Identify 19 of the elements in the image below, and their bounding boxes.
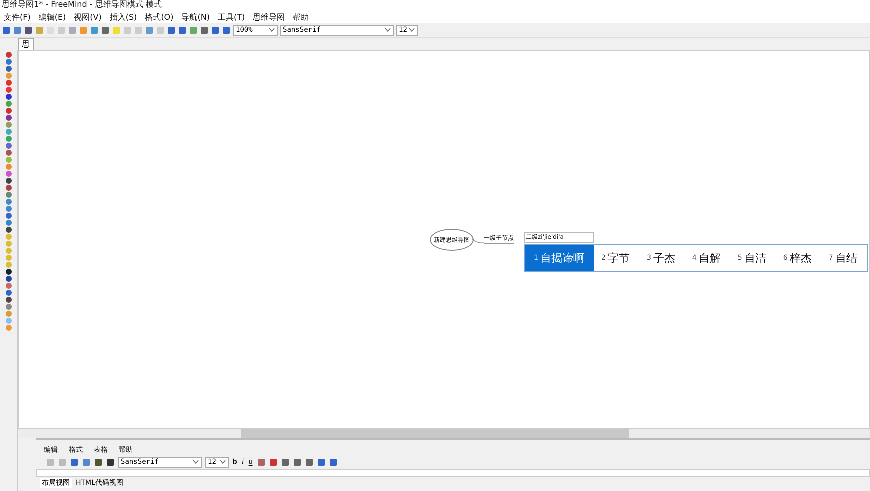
menu-item[interactable]: 思维导图 xyxy=(249,12,290,22)
connector-line xyxy=(472,238,484,244)
dropdown-caret-icon xyxy=(193,460,199,464)
map-tab[interactable]: 思 xyxy=(18,38,34,50)
dropdown-caret-icon xyxy=(269,28,275,32)
menu-item[interactable]: 视图(V) xyxy=(70,12,106,22)
horizontal-scrollbar[interactable] xyxy=(18,429,870,438)
menu-item[interactable]: 编辑(E) xyxy=(34,12,70,22)
menu-item[interactable]: 工具(T) xyxy=(214,12,250,22)
note-input-field[interactable] xyxy=(36,469,870,477)
menu-item[interactable]: 插入(S) xyxy=(106,12,142,22)
dropdown-caret-icon xyxy=(220,460,226,464)
menu-item[interactable]: 格式(O) xyxy=(141,12,178,22)
dropdown-caret-icon xyxy=(409,28,415,32)
menu-item[interactable]: 帮助 xyxy=(289,12,314,22)
dropdown-caret-icon xyxy=(385,28,391,32)
window-title: 思维导图1* - FreeMind - 思维导图模式 模式 xyxy=(2,0,162,9)
menu-item[interactable]: 文件(F) xyxy=(0,12,35,22)
menu-item[interactable]: 导航(N) xyxy=(178,12,214,22)
